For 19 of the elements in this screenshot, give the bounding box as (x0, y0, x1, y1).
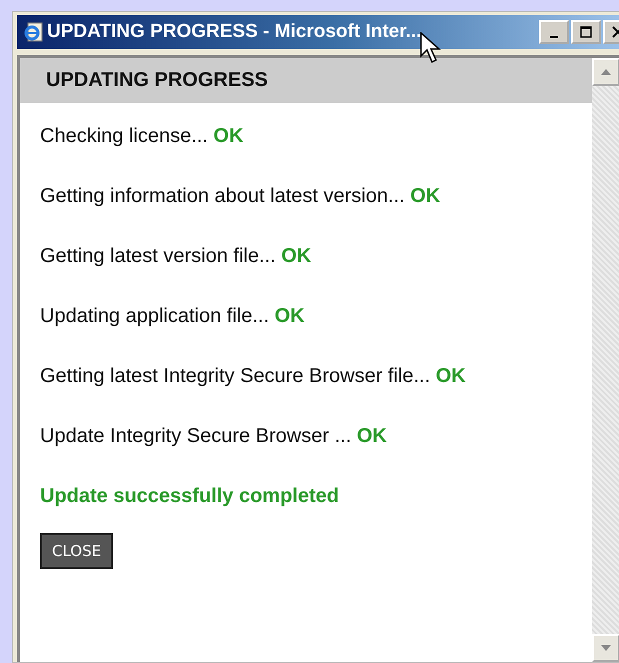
up-arrow-icon (600, 68, 612, 76)
browser-icon (23, 22, 43, 42)
minimize-button[interactable] (539, 20, 569, 44)
progress-step: Update Integrity Secure Browser ... OK (40, 425, 387, 485)
close-button[interactable]: CLOSE (40, 533, 114, 569)
window-title: UPDATING PROGRESS - Microsoft Inter... (47, 21, 422, 43)
header-title: UPDATING PROGRESS (46, 69, 268, 92)
completion-message: Update successfully completed (40, 485, 339, 509)
scroll-up-button[interactable] (592, 58, 619, 86)
progress-step: Getting latest Integrity Secure Browser file... OK (40, 365, 466, 425)
down-arrow-icon (600, 644, 612, 652)
progress-step: Checking license... OK (40, 125, 244, 185)
progress-step: Getting information about latest version... OK (40, 185, 440, 245)
progress-step: Updating application file... OK (40, 305, 305, 365)
maximize-icon (580, 26, 592, 38)
scroll-down-button[interactable] (592, 634, 619, 662)
progress-step: Getting latest version file... OK (40, 245, 312, 305)
maximize-button[interactable] (571, 20, 601, 44)
minimize-icon (550, 36, 558, 38)
